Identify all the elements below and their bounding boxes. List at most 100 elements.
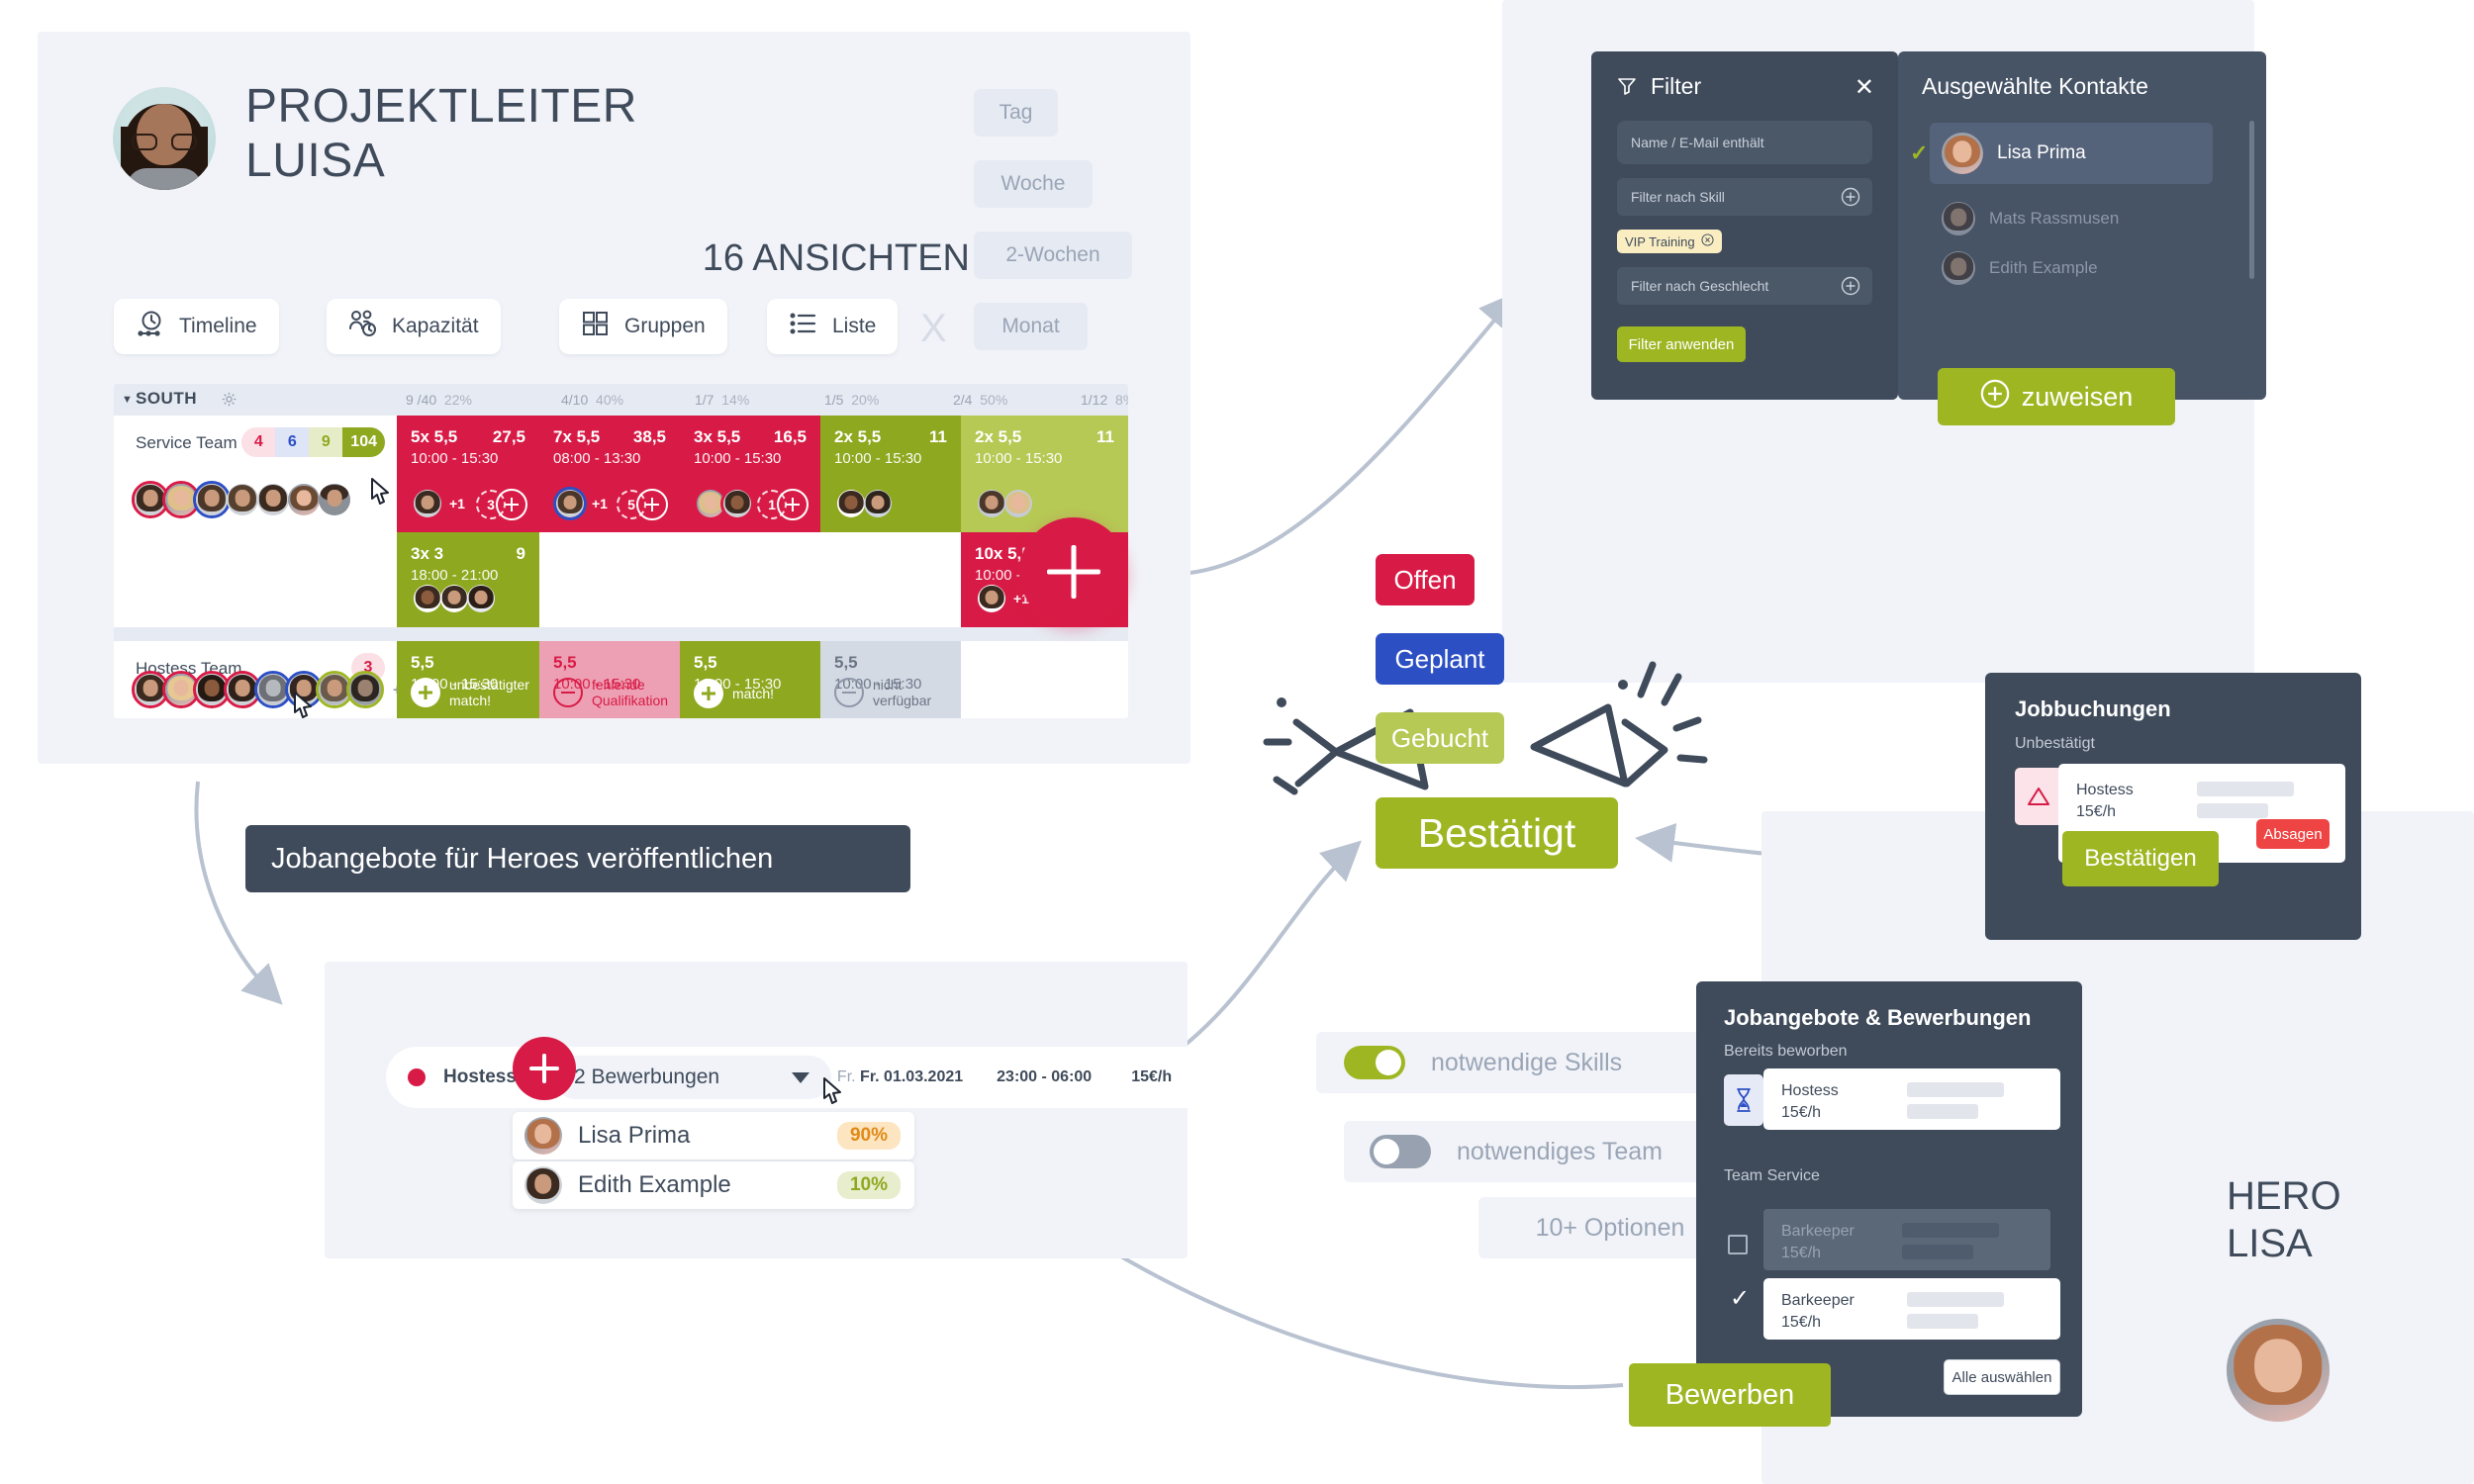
schedule-cell[interactable]: 7x 5,5 38,5 08:00 - 13:30 +1 5 (539, 416, 680, 532)
schedule-cell[interactable]: 3x 5,5 16,5 10:00 - 15:30 1 (680, 416, 820, 532)
add-shift-fab[interactable] (1019, 517, 1128, 626)
page-title-line1: PROJEKTLEITER (245, 80, 637, 133)
shift-card[interactable]: 2x 5,5 11 10:00 - 15:30 (961, 416, 1128, 532)
schedule-cell[interactable]: 2x 5,5 11 10:00 - 15:30 (961, 416, 1128, 532)
shift-card[interactable]: 3x 39 18:00 - 21:00 (397, 532, 539, 627)
publish-jobs-banner[interactable]: Jobangebote für Heroes veröffentlichen (245, 825, 910, 892)
collapse-caret-icon[interactable]: ▼ (122, 394, 133, 406)
cancel-booking-button[interactable]: Absagen (2256, 819, 2330, 849)
add-icon[interactable] (636, 489, 668, 520)
gear-icon[interactable] (221, 391, 238, 413)
view-button-liste[interactable]: Liste (767, 299, 899, 354)
shift-card[interactable]: 5,5 10:00 - 15:30 fehlende Qualifikation (539, 641, 680, 718)
status-badge-offen[interactable]: Offen (1376, 554, 1475, 605)
shift-status-label: fehlende Qualifikation (592, 676, 669, 708)
add-circle-icon (1980, 379, 2010, 416)
add-icon[interactable] (496, 489, 527, 520)
view-button-timeline[interactable]: Timeline (114, 299, 279, 354)
avatar[interactable] (316, 481, 353, 518)
list-item[interactable]: Lisa Prima 90% (513, 1112, 914, 1159)
applicant-name: Lisa Prima (578, 1122, 691, 1149)
schedule-cell[interactable] (680, 532, 820, 627)
shift-card[interactable]: 5,5 10:00 - 15:30 nicht verfügbar (820, 641, 961, 718)
team-avatars[interactable] (132, 481, 350, 518)
schedule-cell[interactable] (820, 532, 961, 627)
confirm-booking-button[interactable]: Bestätigen (2062, 831, 2219, 886)
avatar[interactable] (346, 671, 384, 708)
add-circle-icon[interactable] (1841, 187, 1860, 210)
chip-open[interactable]: 4 (241, 427, 276, 457)
add-icon[interactable] (777, 489, 809, 520)
schedule-cell[interactable]: 3x 39 18:00 - 21:00 (397, 532, 539, 627)
status-badge-bestaetigt[interactable]: Bestätigt (1376, 797, 1618, 869)
skill-tag-vip-training[interactable]: VIP Training (1617, 230, 1722, 253)
list-item[interactable]: Mats Rassmusen (1942, 202, 2119, 235)
chip-planned[interactable]: 6 (275, 427, 310, 457)
apply-filter-button[interactable]: Filter anwenden (1617, 326, 1746, 362)
team-cell-service[interactable]: Service Team 4 6 9 104 (114, 416, 397, 532)
team-cell-hostess[interactable]: Hostess Team 3 +3 (114, 641, 410, 718)
shift-card[interactable]: 5x 5,5 27,5 10:00 - 15:30 +1 3 (397, 416, 539, 532)
shift-card-empty[interactable] (820, 532, 961, 627)
checkbox-unchecked[interactable] (1728, 1235, 1748, 1254)
shift-add-group[interactable]: 3 (476, 489, 527, 520)
schedule-cell[interactable]: 2x 5,5 11 10:00 - 15:30 (820, 416, 961, 532)
team-job-card[interactable]: Barkeeper 15€/h (1763, 1278, 2060, 1340)
toggle-skills[interactable] (1344, 1046, 1405, 1079)
applied-job-card[interactable]: Hostess 15€/h (1763, 1068, 2060, 1130)
toggle-row-team[interactable]: notwendiges Team (1344, 1121, 1740, 1182)
close-icon[interactable]: X (920, 307, 947, 351)
toggle-row-skills[interactable]: notwendige Skills (1316, 1032, 1742, 1093)
toggle-team[interactable] (1370, 1135, 1431, 1168)
list-item[interactable]: Lisa Prima (1942, 133, 2086, 174)
shift-qty: 7x 5,5 (553, 427, 601, 446)
schedule-cell[interactable]: 5,5 10:00 - 15:30 fehlende Qualifikation (539, 641, 680, 718)
add-application-button[interactable] (513, 1037, 576, 1100)
range-button-woche[interactable]: Woche (974, 160, 1093, 208)
chip-booked[interactable]: 9 (309, 427, 343, 457)
apply-button[interactable]: Bewerben (1629, 1363, 1831, 1427)
schedule-cell[interactable]: 5,5 10:00 - 15:30 match! (680, 641, 820, 718)
shift-card[interactable]: 2x 5,5 11 10:00 - 15:30 (820, 416, 961, 532)
team-job-role: Barkeeper (1781, 1292, 1855, 1309)
team-job-card[interactable]: Barkeeper 15€/h (1763, 1209, 2050, 1270)
schedule-cell[interactable]: 5x 5,5 27,5 10:00 - 15:30 +1 3 (397, 416, 539, 532)
team-avatars[interactable]: +3 (132, 671, 410, 708)
scrollbar[interactable] (2249, 121, 2254, 279)
shift-add-group[interactable]: 1 (757, 489, 809, 520)
shift-card[interactable]: 5,5 10:00 - 15:30 match! (680, 641, 820, 718)
range-button-2wochen[interactable]: 2-Wochen (974, 232, 1132, 279)
check-icon[interactable]: ✓ (1730, 1284, 1750, 1313)
name-email-field[interactable]: Name / E-Mail enthält (1617, 121, 1872, 164)
remove-tag-icon[interactable] (1701, 233, 1714, 249)
assign-button[interactable]: zuweisen (1938, 368, 2175, 425)
chip-confirmed[interactable]: 104 (342, 427, 385, 457)
select-all-button[interactable]: Alle auswählen (1944, 1359, 2060, 1395)
shift-card-empty[interactable] (961, 641, 1128, 718)
view-button-gruppen[interactable]: Gruppen (559, 299, 727, 354)
skill-filter-field[interactable]: Filter nach Skill (1617, 178, 1872, 216)
range-button-tag[interactable]: Tag (974, 89, 1058, 137)
view-button-kapazitaet[interactable]: Kapazität (327, 299, 501, 354)
match-percentage: 10% (836, 1171, 901, 1199)
shift-add-group[interactable]: 5 (617, 489, 668, 520)
shift-card-empty[interactable] (539, 532, 680, 627)
add-circle-icon[interactable] (1841, 276, 1860, 299)
shift-card[interactable]: 7x 5,5 38,5 08:00 - 13:30 +1 5 (539, 416, 680, 532)
gender-filter-field[interactable]: Filter nach Geschlecht (1617, 267, 1872, 305)
schedule-cell[interactable] (961, 641, 1128, 718)
shift-card[interactable]: 3x 5,5 16,5 10:00 - 15:30 1 (680, 416, 820, 532)
list-item[interactable]: Edith Example (1942, 251, 2098, 285)
close-icon[interactable]: ✕ (1855, 73, 1874, 102)
shift-card-empty[interactable] (680, 532, 820, 627)
list-item[interactable]: Edith Example 10% (513, 1161, 914, 1209)
applications-select[interactable]: 2 Bewerbungen (554, 1056, 831, 1099)
status-badge-geplant[interactable]: Geplant (1376, 633, 1504, 685)
schedule-cell[interactable] (539, 532, 680, 627)
shift-card[interactable]: 5,5 10:00 - 15:30 unbestätigter match! (397, 641, 539, 718)
schedule-cell[interactable]: 5,5 10:00 - 15:30 unbestätigter match! (397, 641, 539, 718)
status-badge-gebucht[interactable]: Gebucht (1376, 712, 1504, 764)
chevron-down-icon[interactable] (792, 1072, 809, 1083)
schedule-cell[interactable]: 5,5 10:00 - 15:30 nicht verfügbar (820, 641, 961, 718)
range-button-monat[interactable]: Monat (974, 303, 1088, 350)
